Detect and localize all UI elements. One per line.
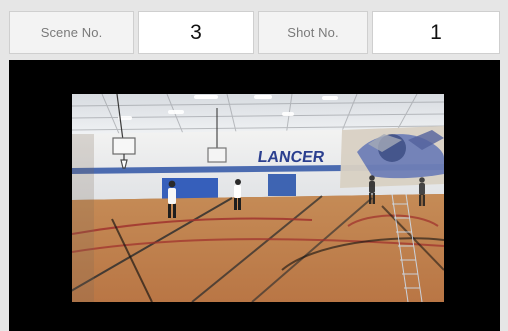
wall-mural (340, 126, 444, 188)
wall-mat-2 (268, 174, 296, 196)
header-row: Scene No. 3 Shot No. 1 (9, 11, 500, 54)
video-panel[interactable]: LANCER (9, 60, 500, 331)
scene-number-field[interactable]: 3 (138, 11, 254, 54)
scene-number-value: 3 (190, 20, 202, 44)
shot-number-value: 1 (430, 20, 442, 44)
video-frame[interactable]: LANCER (72, 94, 444, 302)
gym-scene-illustration: LANCER (72, 94, 444, 302)
scene-number-label-text: Scene No. (40, 25, 103, 40)
wall-text-lancer: LANCER (257, 148, 327, 166)
storyboard-frame: Scene No. 3 Shot No. 1 LANCER (0, 0, 508, 331)
shot-number-label: Shot No. (258, 11, 368, 54)
scene-number-label: Scene No. (9, 11, 134, 54)
left-wall-shade (72, 134, 94, 302)
shot-number-field[interactable]: 1 (372, 11, 500, 54)
shot-number-label-text: Shot No. (287, 25, 339, 40)
